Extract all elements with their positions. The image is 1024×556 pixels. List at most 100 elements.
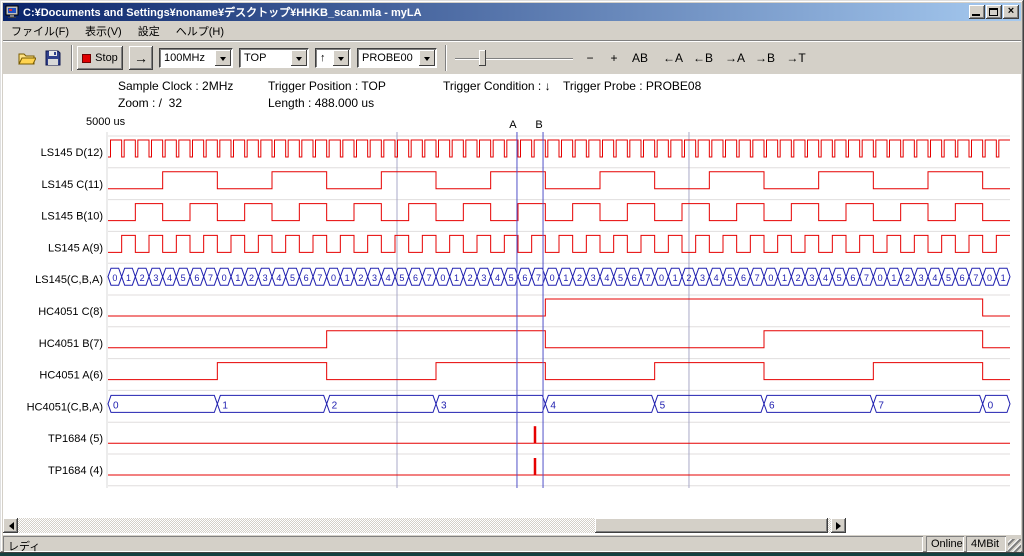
bus-value: 2	[468, 273, 473, 283]
channel-label[interactable]: HC4051(C,B,A)	[27, 401, 103, 413]
bus-value: 2	[905, 273, 910, 283]
run-button[interactable]: →	[129, 46, 153, 70]
close-button[interactable]: ×	[1003, 5, 1019, 19]
sample-clock-info: Sample Clock : 2MHz	[118, 79, 233, 93]
zoom-slider[interactable]	[455, 46, 573, 70]
chevron-down-icon	[424, 57, 430, 64]
horizontal-scrollbar[interactable]	[3, 518, 846, 533]
waveform-trace	[108, 172, 1010, 189]
channel-label[interactable]: LS145 B(10)	[41, 211, 103, 223]
bus-value: 3	[591, 273, 596, 283]
channel-label[interactable]: LS145(C,B,A)	[35, 274, 103, 286]
channel-label[interactable]: TP1684 (5)	[48, 433, 103, 445]
scroll-left-button[interactable]	[3, 518, 18, 533]
toolbar-separator	[445, 45, 447, 71]
bus-value: 2	[249, 273, 254, 283]
bus-value: 0	[988, 400, 994, 411]
cursor-a-label: A	[509, 119, 517, 131]
bus-value: 4	[167, 273, 172, 283]
bus-value: 6	[304, 273, 309, 283]
zoom-info: Zoom : / 32	[118, 96, 182, 110]
zoom-in-button[interactable]: +	[603, 47, 625, 69]
goto-cursor-a-button[interactable]: ←A	[659, 47, 687, 69]
bus-value: 0	[113, 400, 119, 411]
sample-clock-select[interactable]: 100MHz	[159, 48, 233, 68]
trigger-position-select[interactable]: TOP	[239, 48, 309, 68]
sample-clock-value: 100MHz	[160, 52, 215, 64]
bus-value: 5	[290, 273, 295, 283]
pulse-mark	[534, 426, 537, 443]
bus-value: 2	[332, 400, 338, 411]
channel-label[interactable]: LS145 D(12)	[41, 147, 103, 159]
bus-value: 5	[837, 273, 842, 283]
channel-label[interactable]: HC4051 A(6)	[39, 370, 103, 382]
time-division-label: 5000 us	[86, 116, 126, 128]
bus-value: 4	[550, 400, 556, 411]
set-cursor-a-button[interactable]: →A	[721, 47, 749, 69]
bus-value: 4	[386, 273, 391, 283]
trigger-condition-info: Trigger Condition : ↓	[443, 79, 551, 93]
dropdown-button[interactable]	[291, 50, 307, 66]
channel-label[interactable]: HC4051 B(7)	[39, 338, 103, 350]
chevron-down-icon	[296, 57, 302, 64]
dropdown-button[interactable]	[215, 50, 231, 66]
menubar: ファイル(F) 表示(V) 設定 ヘルプ(H)	[3, 21, 1021, 40]
bus-value: 3	[153, 273, 158, 283]
minimize-button[interactable]	[969, 5, 985, 19]
bus-value: 3	[372, 273, 377, 283]
bus-value: 5	[618, 273, 623, 283]
dropdown-button[interactable]	[419, 50, 435, 66]
bus-value: 2	[796, 273, 801, 283]
goto-cursor-b-button[interactable]: ←B	[689, 47, 717, 69]
waveform-trace	[108, 235, 1010, 252]
menu-settings[interactable]: 設定	[130, 21, 168, 41]
bus-value: 1	[235, 273, 240, 283]
set-cursor-b-button[interactable]: →B	[751, 47, 779, 69]
bus-value: 5	[946, 273, 951, 283]
open-file-button[interactable]	[15, 47, 39, 69]
zoom-out-button[interactable]: −	[579, 47, 601, 69]
bus-value: 0	[222, 273, 227, 283]
menu-help[interactable]: ヘルプ(H)	[168, 21, 232, 41]
pulse-mark	[534, 458, 537, 475]
menu-view[interactable]: 表示(V)	[77, 21, 130, 41]
trigger-edge-select[interactable]: ↑	[315, 48, 351, 68]
bus-value: 6	[522, 273, 527, 283]
toolbar-separator	[71, 45, 73, 71]
scroll-right-button[interactable]	[831, 518, 846, 533]
stop-button[interactable]: Stop	[77, 46, 123, 70]
channel-label[interactable]: LS145 C(11)	[41, 179, 103, 191]
bus-value: 3	[809, 273, 814, 283]
bus-value: 0	[331, 273, 336, 283]
channel-label[interactable]: HC4051 C(8)	[38, 306, 103, 318]
dropdown-button[interactable]	[333, 50, 349, 66]
waveform-trace	[108, 204, 1010, 221]
bus-value: 5	[727, 273, 732, 283]
bus-value: 4	[823, 273, 828, 283]
slider-handle[interactable]	[479, 50, 486, 66]
arrow-right-icon	[836, 522, 845, 530]
menu-file[interactable]: ファイル(F)	[3, 21, 77, 41]
bus-value: 2	[358, 273, 363, 283]
resize-grip[interactable]	[1008, 539, 1021, 552]
bus-value: 5	[660, 400, 666, 411]
channel-label[interactable]: LS145 A(9)	[48, 242, 103, 254]
bus-value: 3	[700, 273, 705, 283]
waveform-display[interactable]: 5000 us LS145 D(12) LS145 C(11) LS145 B(10)…	[0, 110, 1024, 516]
titlebar: C:¥Documents and Settings¥noname¥デスクトップ¥…	[3, 3, 1021, 21]
channel-label[interactable]: TP1684 (4)	[48, 465, 103, 477]
bus-value: 7	[208, 273, 213, 283]
maximize-button[interactable]	[986, 5, 1002, 19]
scrollbar-thumb[interactable]	[595, 518, 828, 533]
probe-select[interactable]: PROBE00	[357, 48, 437, 68]
ab-button[interactable]: AB	[627, 47, 653, 69]
stop-icon	[82, 54, 91, 63]
save-button[interactable]	[41, 47, 65, 69]
bus-value: 2	[577, 273, 582, 283]
waveform-trace	[108, 331, 1010, 348]
app-window: C:¥Documents and Settings¥noname¥デスクトップ¥…	[0, 0, 1024, 553]
goto-trigger-button[interactable]: →T	[783, 47, 809, 69]
trigger-probe-info: Trigger Probe : PROBE08	[563, 79, 701, 93]
toolbar: Stop → 100MHz TOP ↑ PROBE00 − + AB ←A	[3, 40, 1021, 74]
bus-value: 1	[891, 273, 896, 283]
